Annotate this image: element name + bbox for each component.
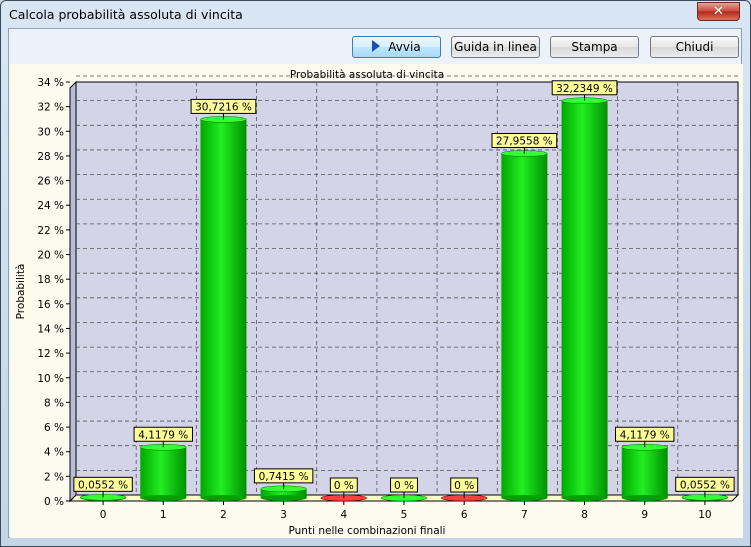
bar [621, 447, 668, 498]
plot-area: 0 %2 %4 %6 %8 %10 %12 %14 %16 %18 %20 %2… [37, 75, 740, 521]
close-icon: ✕ [713, 4, 724, 19]
x-tick-label: 3 [280, 509, 287, 521]
close-button[interactable]: Chiudi [650, 36, 739, 58]
bar-base [501, 495, 548, 501]
window-title: Calcola probabilità assoluta di vincita [9, 7, 243, 22]
y-tick-label: 20 % [37, 250, 64, 262]
data-label: 0 % [394, 480, 414, 492]
plot-side-wall [69, 80, 77, 503]
bar [501, 153, 548, 498]
bar-chart: Probabilità assoluta di vincita Probabil… [15, 69, 740, 537]
bar [200, 119, 247, 498]
x-tick-label: 10 [698, 509, 711, 521]
data-label: 32,2349 % [556, 83, 613, 95]
bar [140, 447, 187, 498]
y-tick-label: 28 % [37, 151, 64, 163]
data-label: 0 % [334, 480, 354, 492]
data-label: 0,7415 % [259, 471, 309, 483]
y-tick-label: 26 % [37, 176, 64, 188]
y-tick-label: 30 % [37, 126, 64, 138]
print-button[interactable]: Stampa [550, 36, 639, 58]
x-tick-label: 6 [461, 509, 468, 521]
bar-base [260, 495, 307, 501]
data-label: 27,9558 % [496, 135, 553, 147]
y-tick-label: 10 % [37, 373, 64, 385]
y-tick-label: 24 % [37, 200, 64, 212]
data-label: 4,1179 % [620, 429, 670, 441]
close-button-label: Chiudi [675, 40, 714, 54]
data-label: 0,0552 % [78, 479, 128, 491]
x-axis-title: Punti nelle combinazioni finali [289, 525, 446, 537]
data-label: 0 % [454, 480, 474, 492]
help-button[interactable]: Guida in linea [451, 36, 540, 58]
x-tick-label: 4 [340, 509, 347, 521]
x-tick-label: 0 [100, 509, 107, 521]
y-tick-label: 4 % [44, 447, 64, 459]
bar-base [140, 495, 187, 501]
x-tick-label: 2 [220, 509, 227, 521]
x-tick-label: 5 [401, 509, 408, 521]
x-tick-label: 7 [521, 509, 528, 521]
bar-base [200, 495, 247, 501]
y-tick-label: 0 % [44, 496, 64, 508]
y-tick-label: 6 % [44, 422, 64, 434]
chart-title: Probabilità assoluta di vincita [290, 69, 444, 81]
y-tick-label: 14 % [37, 323, 64, 335]
help-button-label: Guida in linea [454, 40, 537, 54]
y-tick-label: 22 % [37, 225, 64, 237]
y-tick-label: 18 % [37, 274, 64, 286]
y-tick-label: 32 % [37, 102, 64, 114]
y-tick-label: 8 % [44, 397, 64, 409]
run-button[interactable]: Avvia [352, 36, 441, 58]
data-label: 4,1179 % [138, 429, 188, 441]
app-window: Calcola probabilità assoluta di vincita … [0, 0, 751, 547]
x-tick-label: 9 [641, 509, 648, 521]
title-bar[interactable]: Calcola probabilità assoluta di vincita … [1, 1, 750, 29]
run-button-label: Avvia [388, 40, 421, 54]
play-icon [372, 40, 381, 52]
bar [561, 100, 608, 498]
x-tick-label: 1 [160, 509, 167, 521]
bar-base [621, 495, 668, 501]
y-axis-title: Probabilità [15, 264, 27, 320]
bar-base [561, 495, 608, 501]
data-label: 0,0552 % [680, 479, 730, 491]
y-tick-label: 2 % [44, 471, 64, 483]
window-close-button[interactable]: ✕ [697, 2, 740, 21]
x-tick-label: 8 [581, 509, 588, 521]
print-button-label: Stampa [571, 40, 618, 54]
y-tick-label: 34 % [37, 77, 64, 89]
y-tick-label: 12 % [37, 348, 64, 360]
chart-panel: Probabilità assoluta di vincita Probabil… [10, 64, 743, 538]
y-tick-label: 16 % [37, 299, 64, 311]
data-label: 30,7216 % [195, 101, 252, 113]
